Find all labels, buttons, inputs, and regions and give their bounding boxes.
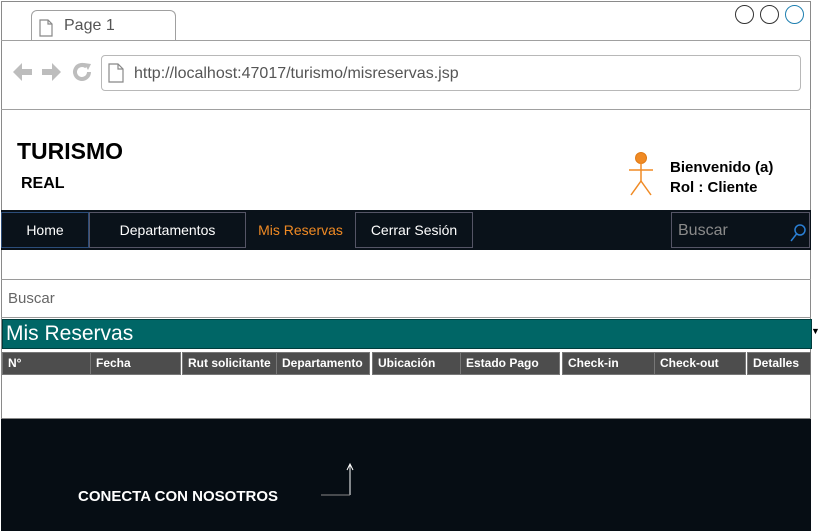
tab-label: Page 1 xyxy=(64,17,115,34)
column-header-numero: N° xyxy=(2,352,92,375)
section-header: Mis Reservas xyxy=(2,319,812,349)
nav-search-input[interactable]: Buscar xyxy=(671,212,810,248)
footer: CONECTA CON NOSOTROS xyxy=(1,419,811,531)
column-header-detalles: Detalles xyxy=(747,352,811,375)
arrow-icon xyxy=(319,459,359,504)
nav-cerrar-sesion[interactable]: Cerrar Sesión xyxy=(355,212,473,248)
nav-search-placeholder: Buscar xyxy=(678,222,728,239)
forward-arrow-icon[interactable] xyxy=(41,61,63,88)
tab-divider xyxy=(1,40,811,41)
welcome-text: Bienvenido (a) xyxy=(670,159,774,176)
toolbar-divider xyxy=(1,109,811,110)
site-subtitle: REAL xyxy=(21,175,65,192)
section-title: Mis Reservas xyxy=(6,322,134,345)
address-bar[interactable]: http://localhost:47017/turismo/misreserv… xyxy=(101,55,801,91)
url-text: http://localhost:47017/turismo/misreserv… xyxy=(134,65,459,82)
minimize-button[interactable] xyxy=(735,5,754,24)
user-icon xyxy=(626,152,656,203)
nav-home[interactable]: Home xyxy=(1,212,89,248)
page-icon xyxy=(39,19,53,42)
divider xyxy=(1,279,811,280)
column-header-departamento: Departamento xyxy=(276,352,370,375)
column-header-fecha: Fecha xyxy=(90,352,181,375)
reload-icon[interactable] xyxy=(71,61,93,88)
close-button[interactable] xyxy=(785,5,804,24)
column-header-check-in: Check-in xyxy=(562,352,655,375)
page-icon xyxy=(108,63,124,88)
divider xyxy=(1,317,811,318)
search-icon[interactable] xyxy=(790,224,806,247)
role-text: Rol : Cliente xyxy=(670,179,758,196)
nav-mis-reservas[interactable]: Mis Reservas xyxy=(246,212,355,248)
connect-heading: CONECTA CON NOSOTROS xyxy=(78,488,279,505)
browser-tab[interactable]: Page 1 xyxy=(31,10,176,41)
site-title: TURISMO xyxy=(17,138,124,164)
column-header-estado-pago: Estado Pago xyxy=(460,352,560,375)
main-navbar: Home Departamentos Mis Reservas Cerrar S… xyxy=(1,210,811,250)
dropdown-caret-icon[interactable]: ▼ xyxy=(811,326,820,336)
maximize-button[interactable] xyxy=(760,5,779,24)
column-header-check-out: Check-out xyxy=(654,352,746,375)
column-header-rut: Rut solicitante xyxy=(182,352,277,375)
column-header-ubicacion: Ubicación xyxy=(372,352,461,375)
back-arrow-icon[interactable] xyxy=(11,61,33,88)
user-info: Bienvenido (a) Rol : Cliente xyxy=(670,158,773,198)
search-input[interactable]: Buscar xyxy=(8,290,55,307)
nav-departamentos[interactable]: Departamentos xyxy=(89,212,246,248)
